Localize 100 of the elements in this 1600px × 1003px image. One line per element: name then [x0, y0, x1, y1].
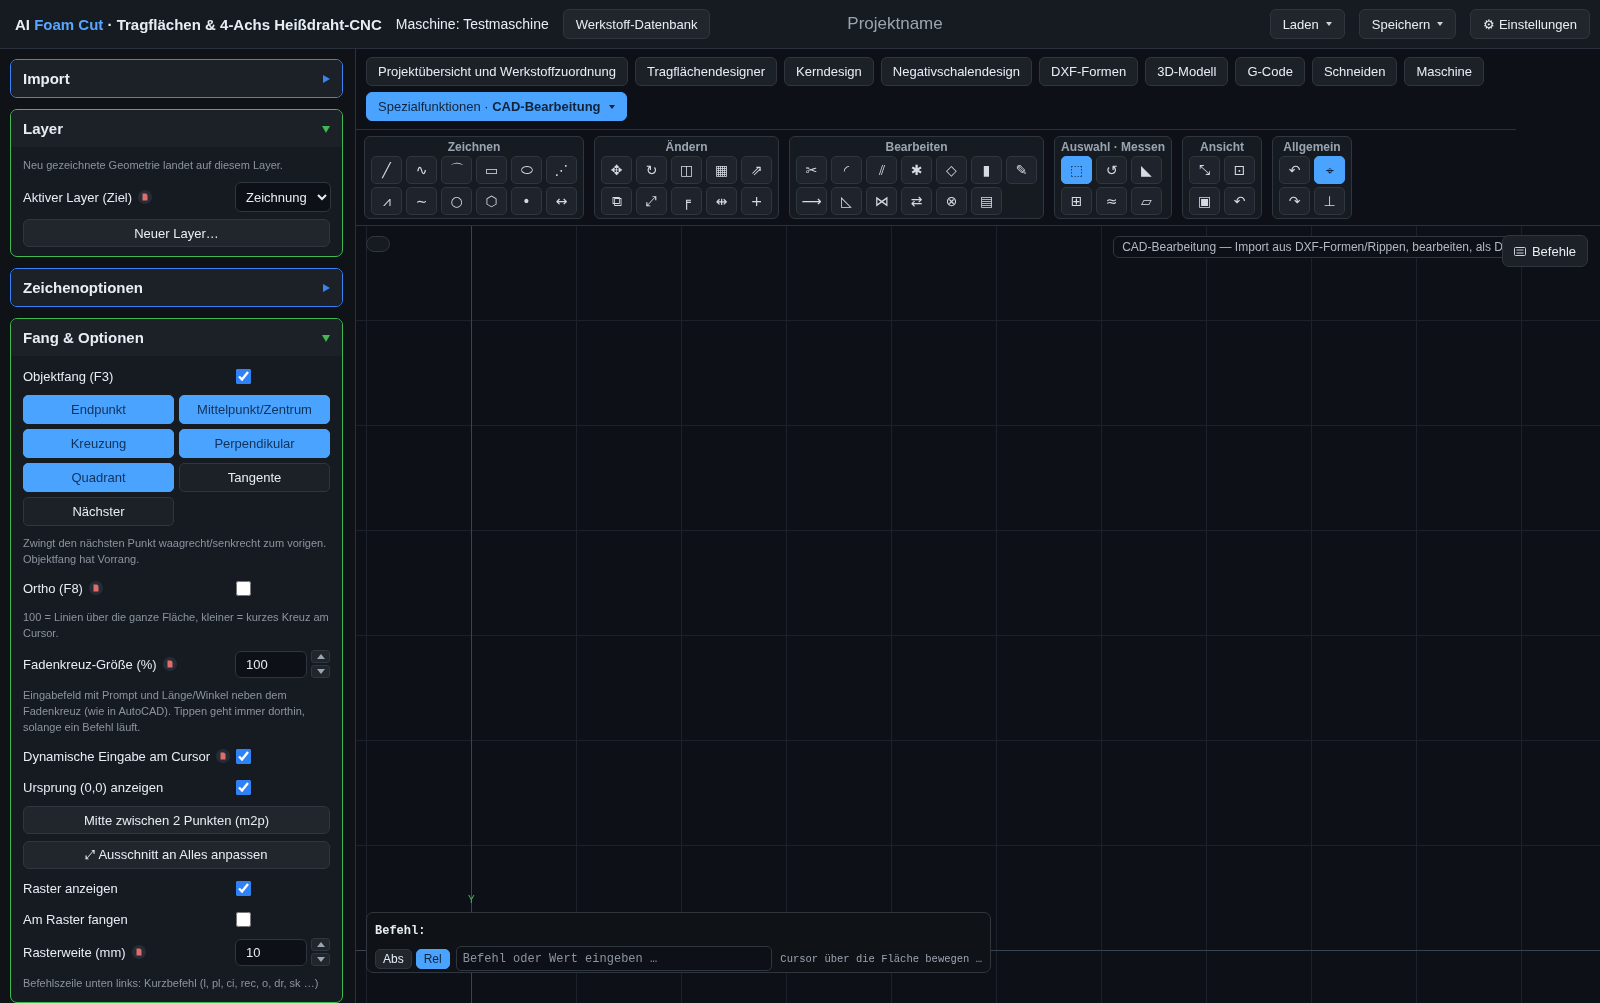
- tool-button[interactable]: ╱: [371, 156, 402, 184]
- panel-header[interactable]: Layer: [11, 110, 342, 147]
- tab[interactable]: Negativschalendesign: [880, 57, 1033, 86]
- tool-button[interactable]: ∿: [406, 156, 437, 184]
- mode-toggle[interactable]: Abs: [375, 948, 412, 969]
- snap-toggle[interactable]: Kreuzung: [23, 429, 174, 458]
- document-icon[interactable]: [216, 749, 231, 763]
- tool-button[interactable]: ↔: [546, 187, 577, 215]
- header-button[interactable]: Werkstoff-Datenbank: [562, 9, 711, 39]
- tool-button[interactable]: ↻: [636, 156, 667, 184]
- tool-button[interactable]: ⋈: [866, 187, 897, 215]
- tool-button[interactable]: ◜: [831, 156, 862, 184]
- tool-button[interactable]: ⧉: [601, 187, 632, 215]
- toggle-switch[interactable]: [366, 236, 390, 252]
- tab[interactable]: Maschine: [1404, 57, 1485, 86]
- tool-button[interactable]: ✥: [601, 156, 632, 184]
- document-icon[interactable]: [131, 945, 146, 959]
- tool-button[interactable]: ↷: [1279, 187, 1311, 215]
- tool-button[interactable]: ⬭: [511, 156, 542, 184]
- number-field[interactable]: 10: [235, 938, 307, 966]
- checkbox[interactable]: [236, 911, 251, 927]
- tool-button[interactable]: ∼: [406, 187, 437, 215]
- header-button[interactable]: ⚙ Einstellungen: [1470, 9, 1590, 39]
- tool-button[interactable]: ○: [441, 187, 472, 215]
- tool-button[interactable]: ◫: [671, 156, 702, 184]
- tab[interactable]: 3D-Modell: [1145, 57, 1229, 86]
- snap-toggle[interactable]: Nächster: [23, 497, 174, 526]
- checkbox[interactable]: [236, 779, 251, 795]
- panel-header[interactable]: Import: [11, 60, 342, 97]
- mode-toggle[interactable]: Rel: [415, 948, 450, 969]
- tool-button[interactable]: ◇: [936, 156, 967, 184]
- tab[interactable]: Schneiden: [1311, 57, 1398, 86]
- tool-button[interactable]: ▭: [476, 156, 507, 184]
- snap-toggle[interactable]: Endpunkt: [23, 395, 174, 424]
- spin-up-button[interactable]: [311, 650, 330, 663]
- tool-button[interactable]: ⬡: [476, 187, 507, 215]
- tool-button[interactable]: ⇄: [901, 187, 932, 215]
- tab[interactable]: G-Code: [1235, 57, 1305, 86]
- tool-button[interactable]: ⤢: [636, 187, 667, 215]
- tool-button[interactable]: ⟶: [796, 187, 827, 215]
- document-icon[interactable]: [138, 190, 153, 204]
- tab[interactable]: Kerndesign: [784, 57, 874, 86]
- command-field[interactable]: Befehl oder Wert eingeben …: [455, 946, 773, 971]
- snap-toggle[interactable]: Tangente: [179, 463, 330, 492]
- tool-button[interactable]: ⬚: [1061, 156, 1092, 184]
- checkbox[interactable]: [236, 748, 251, 764]
- tool-button[interactable]: ⌖: [1314, 156, 1346, 184]
- tool-button[interactable]: ╒: [671, 187, 702, 215]
- tool-button[interactable]: ⩘: [371, 187, 402, 215]
- tool-button[interactable]: ▱: [1131, 187, 1162, 215]
- layer-select[interactable]: Zeichnung: [235, 182, 331, 212]
- tool-button[interactable]: ↺: [1096, 156, 1127, 184]
- tool-button[interactable]: ⌒: [441, 156, 472, 184]
- tool-button[interactable]: ⊥: [1314, 187, 1346, 215]
- tab[interactable]: Projektübersicht und Werkstoffzuordnung: [366, 57, 628, 86]
- action-button[interactable]: ⤢ Ausschnitt an Alles anpassen: [23, 841, 330, 869]
- tool-button[interactable]: ✂: [796, 156, 827, 184]
- dropdown-button[interactable]: Laden: [1269, 9, 1345, 39]
- snap-toggle[interactable]: Quadrant: [23, 463, 174, 492]
- document-icon[interactable]: [88, 581, 103, 595]
- spin-down-button[interactable]: [311, 953, 330, 966]
- tool-button[interactable]: •: [511, 187, 542, 215]
- tool-button[interactable]: ⊗: [936, 187, 967, 215]
- tool-button[interactable]: ▤: [971, 187, 1002, 215]
- tool-button[interactable]: ✎: [1006, 156, 1037, 184]
- action-button[interactable]: Neuer Layer…: [23, 219, 330, 247]
- tool-button[interactable]: ⊞: [1061, 187, 1092, 215]
- tool-button[interactable]: ↶: [1224, 187, 1256, 215]
- dropdown-button[interactable]: Speichern: [1358, 9, 1457, 39]
- action-button[interactable]: Mitte zwischen 2 Punkten (m2p): [23, 806, 330, 834]
- panel-header[interactable]: Zeichenoptionen: [11, 269, 342, 306]
- snap-toggle[interactable]: Perpendikular: [179, 429, 330, 458]
- tool-button[interactable]: ↶: [1279, 156, 1311, 184]
- tab[interactable]: Spezialfunktionen · CAD-Bearbeitung: [366, 92, 627, 121]
- tool-button[interactable]: ⤡: [1189, 156, 1221, 184]
- tool-button[interactable]: ⊡: [1224, 156, 1256, 184]
- tool-button[interactable]: ▦: [706, 156, 737, 184]
- tool-button[interactable]: ⋰: [546, 156, 577, 184]
- tool-button[interactable]: ⇗: [741, 156, 772, 184]
- tab[interactable]: Tragflächendesigner: [635, 57, 778, 86]
- tool-button[interactable]: ⇹: [706, 187, 737, 215]
- tool-button[interactable]: ◺: [831, 187, 862, 215]
- document-icon[interactable]: [162, 657, 177, 671]
- checkbox[interactable]: [236, 580, 251, 596]
- checkbox[interactable]: [236, 880, 251, 896]
- tab[interactable]: DXF-Formen: [1039, 57, 1139, 86]
- snap-toggle[interactable]: Mittelpunkt/Zentrum: [179, 395, 330, 424]
- tool-button[interactable]: ▮: [971, 156, 1002, 184]
- checkbox[interactable]: [236, 368, 251, 384]
- tool-button[interactable]: ✱: [901, 156, 932, 184]
- tool-button[interactable]: ≈: [1096, 187, 1127, 215]
- number-field[interactable]: 100: [235, 650, 307, 678]
- panel-header[interactable]: Fang & Optionen: [11, 319, 342, 356]
- spin-up-button[interactable]: [311, 938, 330, 951]
- spin-down-button[interactable]: [311, 665, 330, 678]
- commands-button[interactable]: Befehle: [1501, 235, 1588, 267]
- tool-button[interactable]: ◣: [1131, 156, 1162, 184]
- tool-button[interactable]: ▣: [1189, 187, 1221, 215]
- tool-button[interactable]: ⫽: [866, 156, 897, 184]
- tool-button[interactable]: +: [741, 187, 772, 215]
